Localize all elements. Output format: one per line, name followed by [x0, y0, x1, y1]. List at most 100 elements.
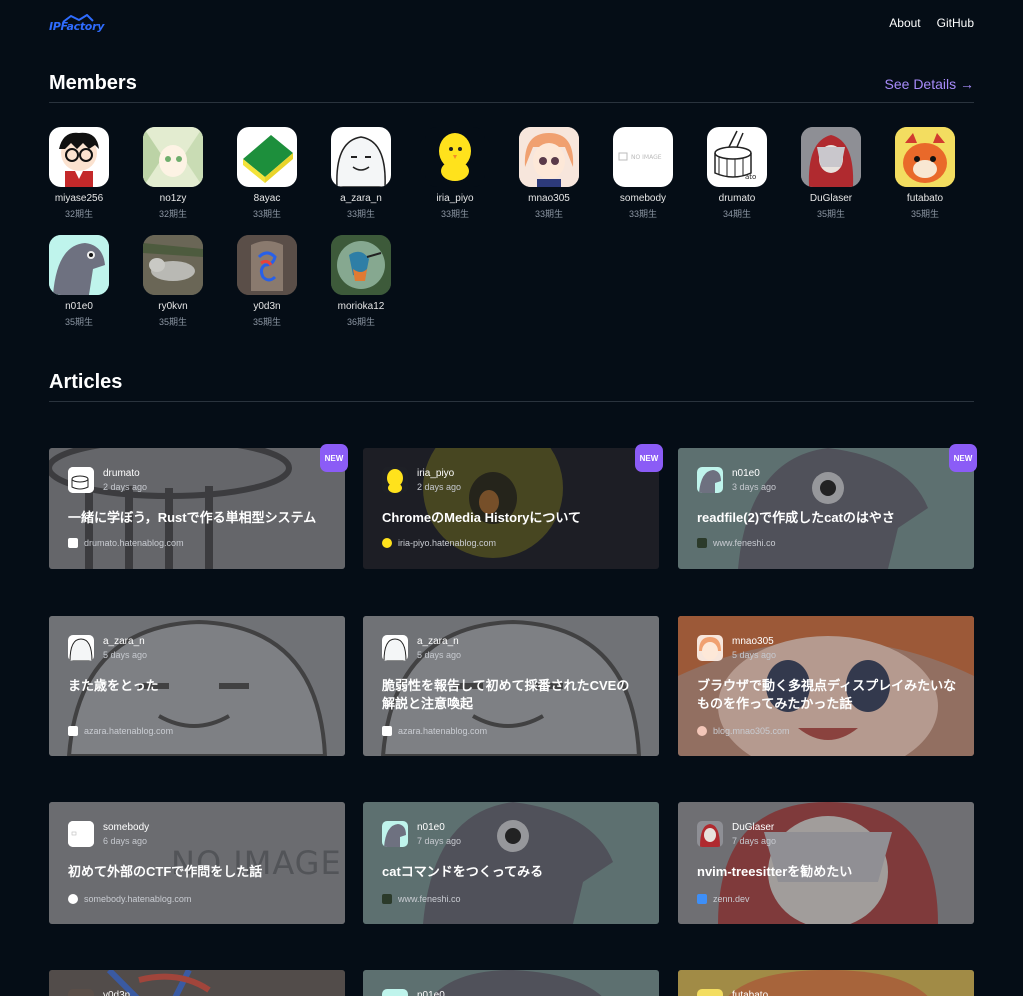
member-generation: 36期生: [346, 317, 375, 327]
member-card[interactable]: n01e0 35期生: [39, 235, 119, 328]
member-card[interactable]: mnao305 33期生: [509, 127, 589, 220]
member-generation: 33期生: [346, 209, 375, 219]
member-generation: 33期生: [534, 209, 563, 219]
author-avatar: [697, 467, 723, 493]
member-card[interactable]: NO IMAGE somebody 33期生: [603, 127, 683, 220]
article-author: futabato: [732, 990, 769, 996]
member-card[interactable]: iria_piyo 33期生: [415, 127, 495, 220]
article-author: mnao305: [732, 636, 774, 647]
logo-text: IPFactory: [49, 20, 105, 33]
member-card[interactable]: no1zy 32期生: [133, 127, 213, 220]
article-card[interactable]: y0d3n: [49, 970, 345, 996]
member-generation: 35期生: [252, 317, 281, 327]
member-generation: 33期生: [628, 209, 657, 219]
source-favicon-icon: [382, 726, 392, 736]
article-card[interactable]: mnao305 5 days ago ブラウザで動く多視点ディスプレイみたいなも…: [678, 616, 974, 756]
article-source-domain: iria-piyo.hatenablog.com: [398, 538, 497, 548]
article-source: azara.hatenablog.com: [382, 726, 487, 736]
author-avatar: [382, 989, 408, 996]
author-avatar: [697, 635, 723, 661]
author-avatar: [68, 635, 94, 661]
article-source-domain: azara.hatenablog.com: [84, 726, 174, 736]
articles-title: Articles: [49, 371, 123, 393]
article-author: iria_piyo: [417, 468, 455, 479]
article-date: 2 days ago: [103, 482, 148, 492]
member-generation: 32期生: [64, 209, 93, 219]
new-badge: NEW: [320, 444, 348, 472]
article-title: また歳をとった: [68, 678, 159, 693]
member-name: y0d3n: [253, 301, 281, 312]
article-card[interactable]: NO IMAGE somebody 6 days ago 初めて外部のCTFで作…: [49, 802, 345, 924]
member-card[interactable]: miyase256 32期生: [39, 127, 119, 220]
member-name: n01e0: [65, 301, 93, 312]
member-avatar: [425, 127, 485, 187]
article-author: a_zara_n: [417, 636, 459, 647]
member-generation: 35期生: [816, 209, 845, 219]
article-source-domain: azara.hatenablog.com: [398, 726, 488, 736]
member-card[interactable]: ato drumato 34期生: [697, 127, 777, 220]
member-avatar: [801, 127, 861, 187]
new-badge: NEW: [635, 444, 663, 472]
member-generation: 34期生: [722, 209, 751, 219]
member-avatar: [519, 127, 579, 187]
article-card[interactable]: drumato 2 days ago 一緒に学ぼう，Rustで作る単相型システム…: [49, 448, 345, 569]
article-source: www.feneshi.co: [382, 894, 461, 904]
member-name: DuGlaser: [809, 193, 853, 204]
article-source-domain: blog.mnao305.com: [713, 726, 790, 736]
member-name: iria_piyo: [436, 193, 474, 204]
nav-about[interactable]: About: [889, 16, 920, 30]
source-favicon-icon: [68, 894, 78, 904]
member-avatar: [237, 235, 297, 295]
author-avatar: [697, 989, 723, 996]
source-favicon-icon: [68, 538, 78, 548]
article-card[interactable]: iria_piyo 2 days ago ChromeのMedia Histor…: [363, 448, 659, 569]
article-card[interactable]: a_zara_n 5 days ago 脆弱性を報告して初めて採番されたCVEの…: [363, 616, 659, 756]
member-card[interactable]: morioka12 36期生: [321, 235, 401, 328]
member-generation: 35期生: [158, 317, 187, 327]
member-name: drumato: [718, 193, 756, 204]
member-avatar: [331, 127, 391, 187]
member-card[interactable]: futabato 35期生: [885, 127, 965, 220]
source-favicon-icon: [697, 726, 707, 736]
member-name: morioka12: [337, 301, 385, 312]
article-date: 5 days ago: [732, 650, 777, 660]
article-date: 5 days ago: [417, 650, 462, 660]
member-card[interactable]: y0d3n 35期生: [227, 235, 307, 328]
article-card[interactable]: DuGlaser 7 days ago nvim-treesitterを勧めたい…: [678, 802, 974, 924]
article-card[interactable]: n01e0 3 days ago readfile(2)で作成したcatのはやさ…: [678, 448, 974, 569]
article-card[interactable]: n01e0: [363, 970, 659, 996]
member-generation: 33期生: [440, 209, 469, 219]
member-card[interactable]: ry0kvn 35期生: [133, 235, 213, 328]
article-title: 脆弱性を報告して初めて採番されたCVEの解説と注意喚起: [382, 678, 630, 711]
article-title: nvim-treesitterを勧めたい: [697, 864, 853, 879]
member-card[interactable]: DuGlaser 35期生: [791, 127, 871, 220]
author-avatar: [68, 467, 94, 493]
member-avatar: [143, 235, 203, 295]
see-details-link[interactable]: See Details →: [885, 76, 974, 92]
member-avatar: [237, 127, 297, 187]
member-avatar: NO IMAGE: [613, 127, 673, 187]
member-card[interactable]: 8ayac 33期生: [227, 127, 307, 220]
article-author: n01e0: [732, 468, 760, 479]
article-source: zenn.dev: [697, 894, 750, 904]
article-author: a_zara_n: [103, 636, 145, 647]
article-source: www.feneshi.co: [697, 538, 776, 548]
article-source-domain: zenn.dev: [713, 894, 750, 904]
member-generation: 35期生: [910, 209, 939, 219]
members-title: Members: [49, 72, 137, 94]
article-card[interactable]: futabato: [678, 970, 974, 996]
article-title: ChromeのMedia Historyについて: [382, 510, 581, 525]
member-card[interactable]: a_zara_n 33期生: [321, 127, 401, 220]
article-card[interactable]: n01e0 7 days ago catコマンドをつくってみる www.fene…: [363, 802, 659, 924]
source-favicon-icon: [697, 538, 707, 548]
author-avatar: [382, 635, 408, 661]
article-title: ブラウザで動く多視点ディスプレイみたいなものを作ってみたかった話: [697, 678, 957, 711]
article-card[interactable]: a_zara_n 5 days ago また歳をとった azara.hatena…: [49, 616, 345, 756]
member-name: no1zy: [159, 193, 187, 204]
member-avatar: [49, 235, 109, 295]
article-date: 5 days ago: [103, 650, 148, 660]
site-logo[interactable]: IPFactory: [49, 14, 105, 34]
nav-github[interactable]: GitHub: [937, 16, 974, 30]
member-avatar: [49, 127, 109, 187]
source-favicon-icon: [697, 894, 707, 904]
